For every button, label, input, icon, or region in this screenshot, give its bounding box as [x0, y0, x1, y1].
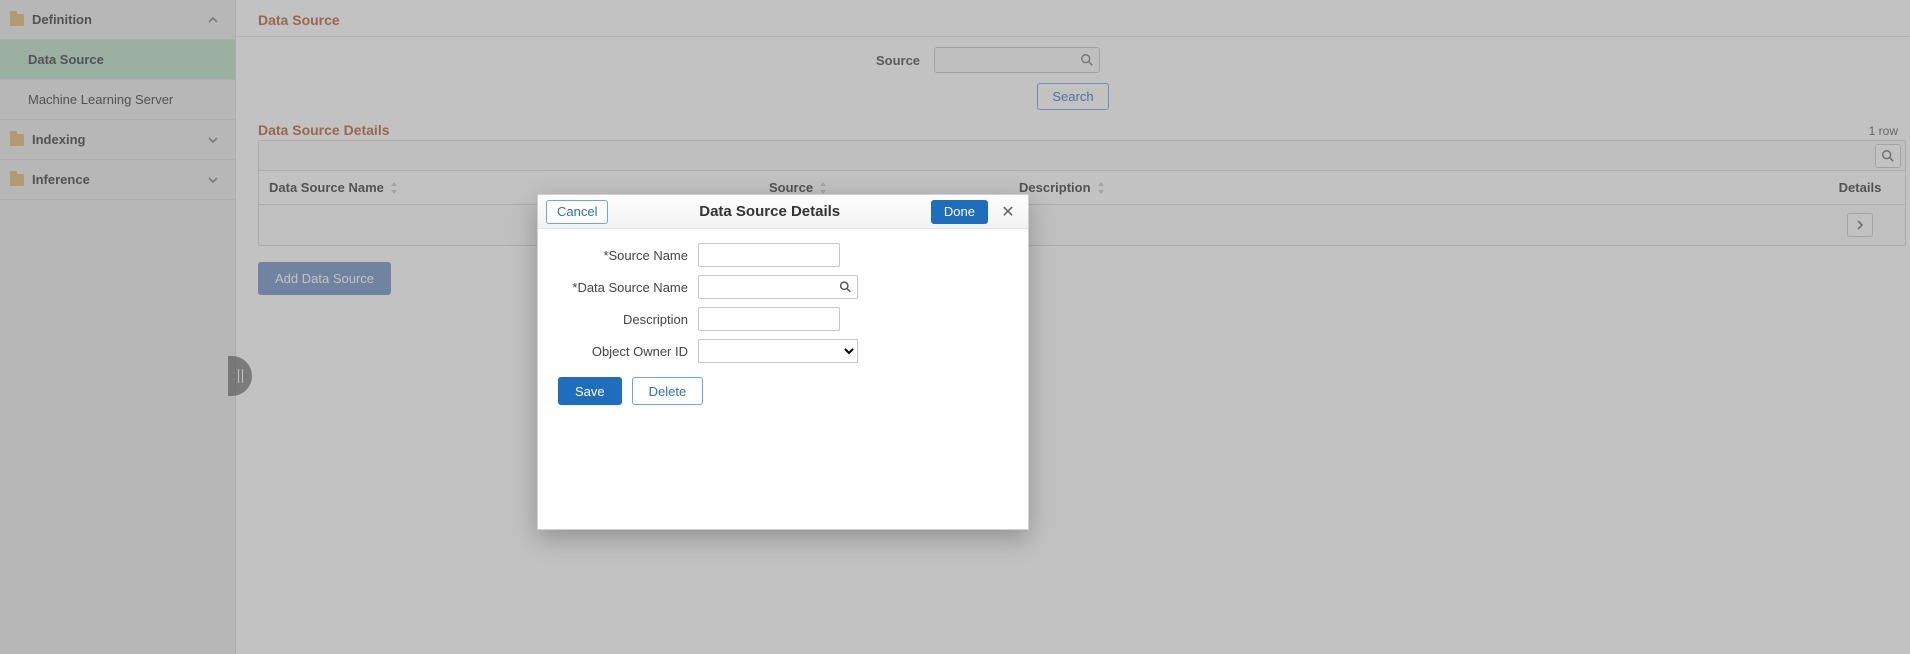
cancel-button[interactable]: Cancel: [546, 200, 608, 224]
source-name-input[interactable]: [698, 243, 840, 267]
object-owner-label: Object Owner ID: [548, 344, 698, 359]
source-name-label: Source Name: [548, 248, 698, 263]
row-data-source-name: Data Source Name: [548, 275, 1012, 299]
app-root: Definition Data Source Machine Learning …: [0, 0, 1910, 654]
button-label: Delete: [649, 384, 687, 399]
button-label: Done: [944, 204, 975, 219]
row-description: Description: [548, 307, 1012, 331]
save-button[interactable]: Save: [558, 377, 622, 405]
search-icon[interactable]: [839, 281, 852, 294]
object-owner-select[interactable]: [698, 339, 858, 363]
row-source-name: Source Name: [548, 243, 1012, 267]
data-source-details-modal: Cancel Data Source Details Done ✕ Source…: [537, 194, 1029, 530]
button-label: Cancel: [557, 204, 597, 219]
modal-title: Data Source Details: [616, 203, 922, 220]
description-input[interactable]: [698, 307, 840, 331]
close-icon[interactable]: ✕: [996, 200, 1020, 224]
done-button[interactable]: Done: [931, 200, 988, 224]
data-source-name-lookup: [698, 275, 858, 299]
modal-actions: Save Delete: [548, 371, 1012, 405]
modal-form: Source Name Data Source Name Description…: [538, 229, 1028, 405]
data-source-name-label: Data Source Name: [548, 280, 698, 295]
data-source-name-input[interactable]: [698, 275, 858, 299]
delete-button[interactable]: Delete: [632, 377, 704, 405]
button-label: Save: [575, 384, 605, 399]
modal-header: Cancel Data Source Details Done ✕: [538, 195, 1028, 229]
description-label: Description: [548, 312, 698, 327]
row-object-owner: Object Owner ID: [548, 339, 1012, 363]
